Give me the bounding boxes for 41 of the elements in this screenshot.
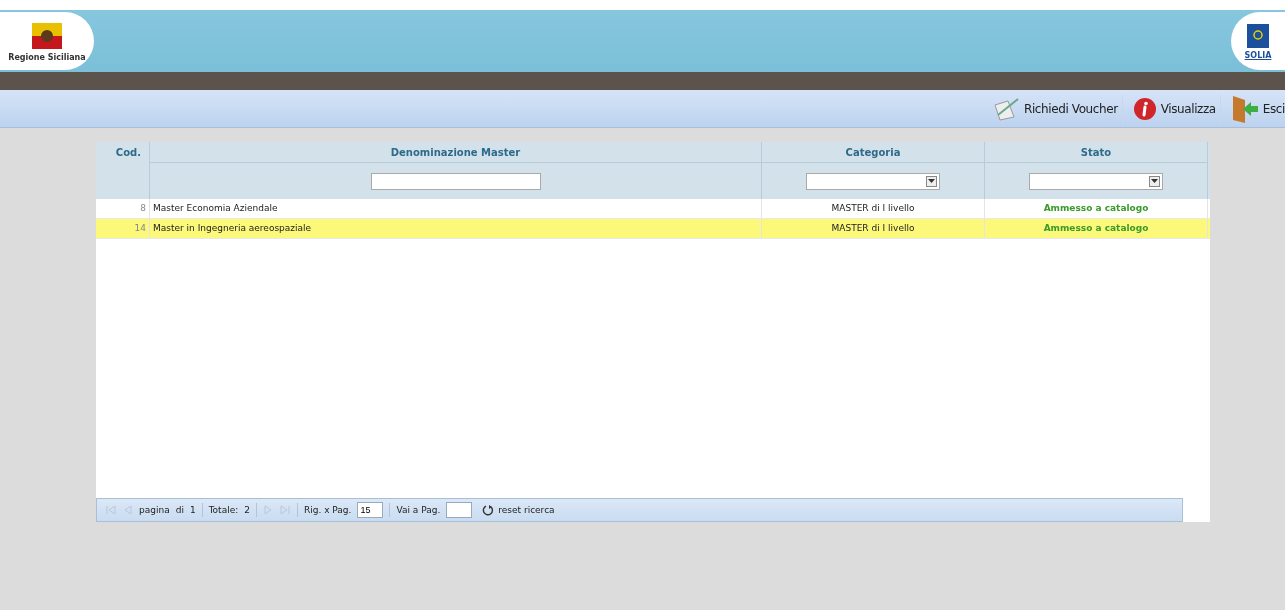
pager-label: Rig. x Pag. (303, 505, 352, 515)
table-cell: MASTER di I livello (762, 219, 985, 238)
table-row[interactable]: 14 Master in Ingegneria aereospaziale MASTER di I livello Ammesso a catalogo (96, 219, 1210, 239)
previous-page-icon[interactable] (123, 504, 133, 516)
rows-per-page-input[interactable]: 15 (357, 502, 384, 518)
reset-search-button[interactable]: reset ricerca (478, 504, 559, 516)
table-cell: 14 (96, 219, 150, 238)
column-header[interactable]: Denominazione Master (150, 142, 762, 163)
column-header[interactable]: Categoria (762, 142, 985, 163)
page-count: 1 (189, 505, 196, 515)
column-header[interactable]: Stato (985, 142, 1208, 163)
table-cell: 8 (96, 199, 150, 218)
logo-caption: Regione Siciliana (8, 52, 86, 62)
pen-paper-icon (992, 96, 1020, 121)
pager-label: pagina (139, 505, 170, 515)
table-cell: Master in Ingegneria aereospaziale (150, 219, 762, 238)
status-text: Ammesso a catalogo (985, 219, 1208, 238)
pager-label: Totale: (208, 505, 239, 515)
filter-dropdown[interactable] (806, 172, 940, 190)
toolbar-button[interactable]: Esci (1226, 91, 1285, 126)
flag-icon (1246, 22, 1270, 49)
pager-label: di (175, 505, 184, 515)
info-icon (1132, 96, 1157, 121)
table-cell: MASTER di I livello (762, 199, 985, 218)
column-header[interactable]: Cod. (96, 142, 150, 163)
filter-input[interactable] (370, 172, 541, 190)
refresh-icon (482, 504, 495, 516)
total-count: 2 (244, 505, 250, 515)
status-text: Ammesso a catalogo (985, 199, 1208, 218)
last-page-icon[interactable] (278, 504, 291, 516)
go-to-page-input[interactable] (446, 502, 473, 518)
first-page-icon[interactable] (105, 504, 117, 516)
crest-icon (30, 20, 64, 51)
logo-caption: SOLIA (1244, 50, 1272, 60)
toolbar-button[interactable]: Visualizza (1128, 94, 1221, 123)
filter-dropdown[interactable] (1029, 172, 1163, 190)
door-arrow-icon (1230, 93, 1259, 124)
table-cell: Master Economia Aziendale (150, 199, 762, 218)
toolbar-button[interactable]: Richiedi Voucher (988, 94, 1123, 123)
pager-label: Vai a Pag. (396, 505, 441, 515)
next-page-icon[interactable] (262, 504, 273, 516)
